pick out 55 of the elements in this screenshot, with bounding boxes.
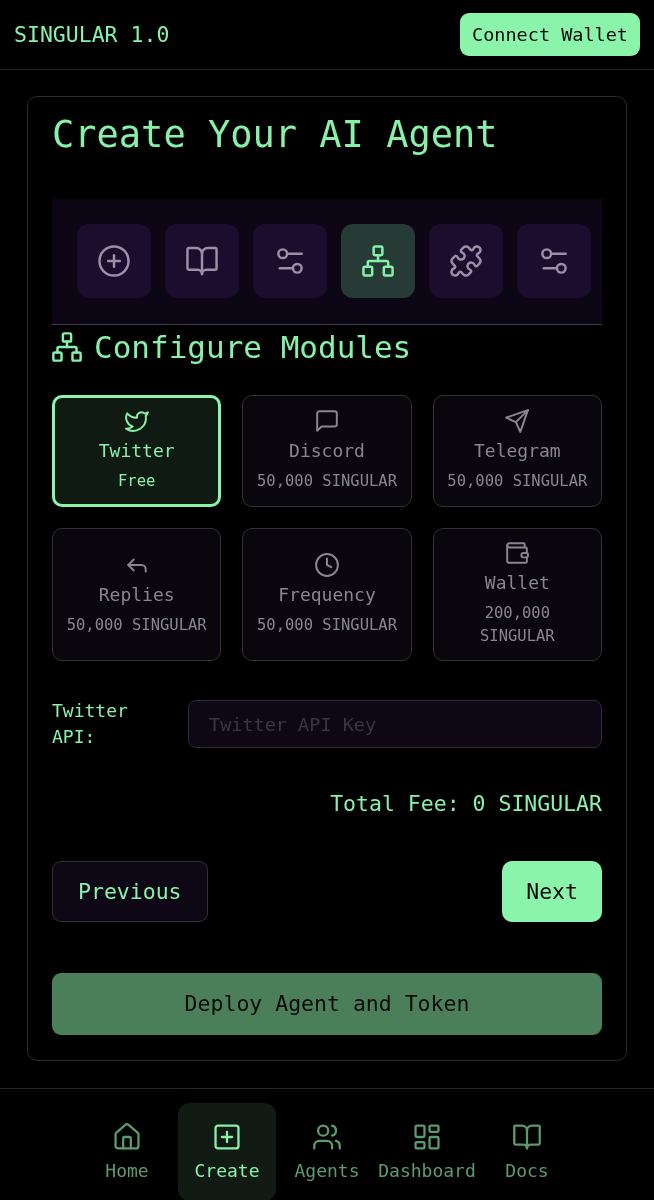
- step-tab[interactable]: [165, 224, 239, 298]
- module-card[interactable]: Frequency 50,000 SINGULAR: [242, 528, 412, 661]
- wallet-icon: [505, 541, 530, 565]
- api-key-label: Twitter API:: [52, 699, 129, 749]
- module-card[interactable]: Discord 50,000 SINGULAR: [242, 395, 412, 507]
- chat-bubble-icon: [315, 409, 339, 433]
- home-icon: [113, 1123, 141, 1151]
- step-tab[interactable]: [517, 224, 591, 298]
- step-tab[interactable]: [341, 224, 415, 298]
- module-name: Replies: [98, 582, 175, 607]
- module-price: 50,000 SINGULAR: [66, 614, 207, 636]
- nav-tab[interactable]: Agents: [278, 1103, 376, 1200]
- deploy-button[interactable]: Deploy Agent and Token: [52, 973, 602, 1035]
- nav-tab[interactable]: Dashboard: [378, 1103, 476, 1200]
- open-book-icon: [513, 1123, 541, 1151]
- sliders-icon: [274, 245, 306, 277]
- logo-text: SINGULAR 1.0: [14, 20, 170, 49]
- clock-icon: [315, 552, 339, 577]
- plus-square-icon: [213, 1123, 241, 1151]
- module-price: Free: [118, 471, 156, 492]
- paper-plane-icon: [505, 409, 530, 433]
- previous-button[interactable]: Previous: [52, 861, 208, 922]
- grid-icon: [413, 1123, 441, 1151]
- bird-icon: [124, 409, 149, 433]
- module-name: Telegram: [473, 439, 561, 463]
- open-book-icon: [186, 245, 218, 277]
- step-tab[interactable]: [77, 224, 151, 298]
- module-price: 50,000 SINGULAR: [447, 471, 588, 492]
- module-card[interactable]: Telegram 50,000 SINGULAR: [432, 395, 602, 507]
- module-name: Twitter: [98, 439, 175, 463]
- module-price: 200,000 SINGULAR: [479, 603, 556, 647]
- users-icon: [313, 1123, 341, 1151]
- sliders-icon: [538, 245, 570, 277]
- nav-tab[interactable]: Home: [78, 1103, 176, 1200]
- step-tab[interactable]: [253, 224, 327, 298]
- module-name: Frequency: [278, 582, 376, 607]
- module-name: Discord: [289, 439, 365, 463]
- next-button[interactable]: Next: [502, 861, 602, 922]
- connect-wallet-button[interactable]: Connect Wallet: [460, 13, 640, 56]
- module-card[interactable]: Twitter Free: [52, 395, 222, 507]
- module-card[interactable]: Wallet 200,000 SINGULAR: [432, 528, 602, 661]
- section-title: Configure Modules: [94, 328, 412, 366]
- hierarchy-icon: [52, 332, 82, 362]
- module-card[interactable]: Replies 50,000 SINGULAR: [52, 528, 222, 661]
- total-fee-text: Total Fee: 0 SINGULAR: [330, 790, 602, 818]
- step-tab[interactable]: [429, 224, 503, 298]
- module-price: 50,000 SINGULAR: [257, 614, 397, 636]
- plus-circle-icon: [98, 245, 130, 277]
- page-title: Create Your AI Agent: [52, 113, 499, 157]
- hierarchy-icon: [362, 245, 394, 277]
- module-price: 50,000 SINGULAR: [257, 471, 397, 492]
- nav-tab[interactable]: Docs: [478, 1103, 576, 1200]
- module-name: Wallet: [484, 571, 550, 595]
- puzzle-piece-icon: [450, 245, 482, 277]
- nav-tab[interactable]: Create: [178, 1103, 276, 1200]
